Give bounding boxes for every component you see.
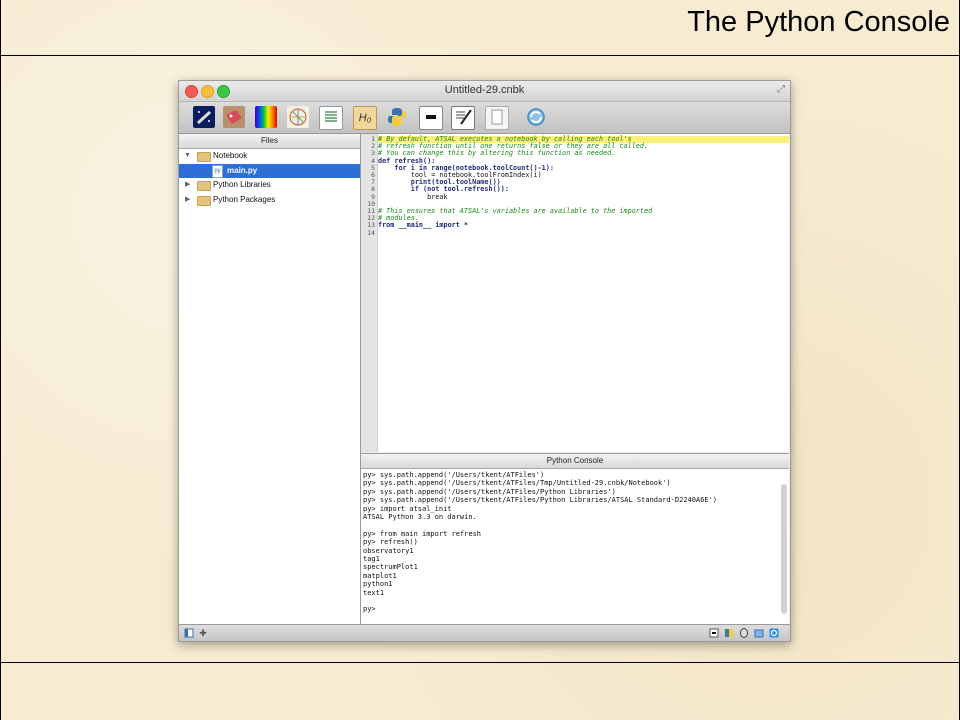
expand-triangle-icon[interactable]: ▼ [184, 149, 191, 164]
folder-icon [197, 152, 211, 162]
files-panel: Files ▼ Notebook py main.py ▶ Python Lib… [179, 134, 361, 624]
cylinder-icon[interactable] [739, 628, 749, 638]
tree-item-main-py[interactable]: py main.py [179, 163, 360, 178]
console-line: py> refresh() [363, 538, 418, 547]
bottom-divider [0, 662, 960, 663]
console-line: ATSAL Python 3.3 on darwin. [363, 513, 477, 521]
console-scrollbar[interactable] [781, 484, 787, 614]
line-number: 14 [367, 228, 375, 237]
code-line[interactable]: # You can change this by altering this f… [378, 150, 789, 157]
folder-icon [197, 181, 211, 191]
files-panel-header: Files [179, 134, 360, 149]
code-line[interactable] [378, 230, 789, 237]
spectrum-plot-icon[interactable] [255, 106, 277, 128]
console-line: py> sys.path.append('/Users/tkent/ATFile… [363, 496, 718, 505]
tree-item-label: main.py [227, 165, 258, 175]
console-line: matplot1 [363, 571, 397, 580]
console-line: spectrumPlot1 [363, 563, 418, 572]
tree-item-notebook[interactable]: ▼ Notebook [179, 149, 360, 164]
console-line: text1 [363, 588, 385, 597]
window-titlebar[interactable]: Untitled-29.cnbk ⤢ [179, 81, 790, 102]
console-line: python1 [363, 580, 393, 589]
refresh-icon[interactable] [525, 106, 547, 128]
window-title: Untitled-29.cnbk [444, 84, 525, 96]
tree-item-python-libraries[interactable]: ▶ Python Libraries [179, 178, 360, 193]
toolbar: H₀ [179, 102, 790, 134]
tree-item-label: Python Libraries [213, 180, 271, 189]
console-line: py> sys.path.append('/Users/tkent/ATFile… [363, 487, 616, 496]
tree-item-label: Notebook [213, 151, 248, 160]
python-console[interactable]: Python Console py> sys.path.append('/Use… [361, 453, 789, 625]
folder-status-icon[interactable] [754, 628, 764, 638]
terminal-status-icon[interactable] [709, 628, 719, 638]
console-line: observatory1 [363, 546, 414, 555]
tag-icon[interactable] [223, 106, 245, 128]
tree-item-python-packages[interactable]: ▶ Python Packages [179, 193, 360, 208]
left-edge [0, 0, 1, 720]
slide-title: The Python Console [687, 6, 950, 38]
collapse-triangle-icon[interactable]: ▶ [185, 178, 190, 193]
collapse-triangle-icon[interactable]: ▶ [185, 193, 190, 208]
python-status-icon[interactable] [724, 628, 734, 638]
code-line[interactable]: # This ensures that ATSAL's variables ar… [378, 207, 789, 215]
python-file-icon: py [212, 164, 223, 178]
code-line[interactable]: from __main__ import * [378, 222, 789, 229]
gear-icon[interactable] [769, 628, 779, 638]
console-panel-header: Python Console [361, 454, 789, 469]
console-line: py> sys.path.append('/Users/tkent/ATFile… [363, 471, 545, 479]
folder-icon [197, 195, 211, 206]
code-editor[interactable]: 1 2 3 4 5 6 7 8 9 10 11 12 13 14 # By default, ATSAL … [361, 134, 789, 452]
console-line: py> [363, 605, 376, 614]
code-line[interactable]: break [378, 193, 789, 201]
matplot-icon[interactable] [287, 106, 309, 128]
console-line: py> import atsal_init [363, 504, 452, 513]
console-line: py> from main import refresh [363, 529, 482, 538]
console-line: tag1 [363, 555, 380, 563]
line-number-gutter: 1 2 3 4 5 6 7 8 9 10 11 12 13 14 [361, 134, 378, 452]
status-bar: ✚ [179, 624, 790, 641]
text-icon[interactable] [319, 106, 343, 130]
tree-item-label: Python Packages [213, 194, 276, 204]
fullscreen-icon[interactable]: ⤢ [777, 84, 785, 95]
heading-icon[interactable]: H₀ [353, 106, 377, 130]
add-icon[interactable]: ✚ [198, 628, 208, 638]
python-icon[interactable] [386, 106, 408, 128]
sidebar-toggle-icon[interactable] [184, 628, 194, 638]
console-line: py> sys.path.append('/Users/tkent/ATFile… [363, 479, 671, 488]
document-icon[interactable] [485, 106, 509, 130]
app-window: Untitled-29.cnbk ⤢ H₀ Files ▼ Notebook p… [178, 80, 791, 642]
observatory-icon[interactable] [193, 106, 215, 128]
notebook-edit-icon[interactable] [451, 106, 475, 130]
terminal-icon[interactable] [419, 106, 443, 130]
top-divider [0, 55, 960, 56]
